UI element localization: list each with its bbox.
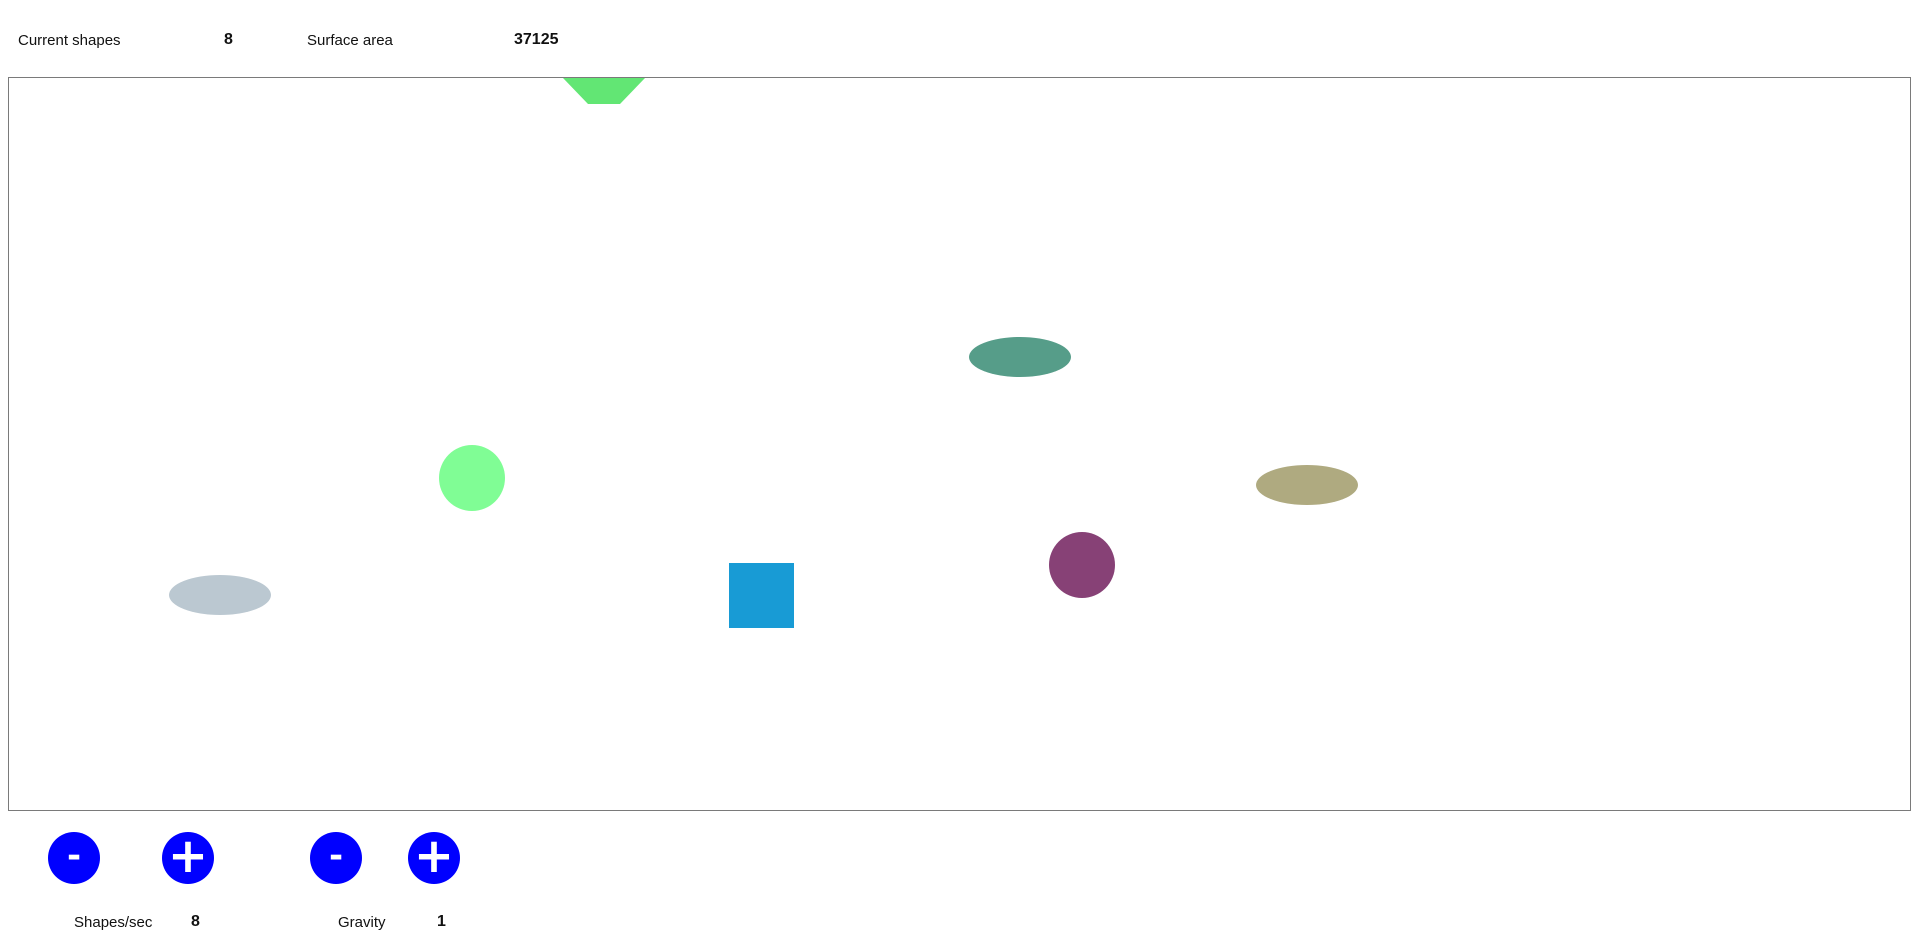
game-page: Current shapes 8 Surface area 37125 - + … xyxy=(0,0,1917,940)
shapes-per-sec-increase-button[interactable]: + xyxy=(162,832,214,884)
shape-ellipse[interactable] xyxy=(169,575,271,615)
shapes-per-sec-label: Shapes/sec xyxy=(74,914,153,931)
plus-icon: + xyxy=(167,828,209,884)
plus-icon: + xyxy=(413,828,455,884)
gravity-label: Gravity xyxy=(338,914,386,931)
shape-ellipse[interactable] xyxy=(969,337,1071,377)
shape-layer xyxy=(169,78,1358,628)
game-canvas[interactable] xyxy=(8,77,1911,811)
surface-area-label: Surface area xyxy=(307,32,393,49)
current-shapes-label: Current shapes xyxy=(18,32,121,49)
current-shapes-value: 8 xyxy=(224,31,233,48)
shapes-per-sec-value: 8 xyxy=(191,913,200,930)
gravity-increase-button[interactable]: + xyxy=(408,832,460,884)
shape-circle[interactable] xyxy=(439,445,505,511)
shape-circle[interactable] xyxy=(1049,532,1115,598)
shape-hexagon[interactable] xyxy=(563,78,645,104)
shape-square[interactable] xyxy=(729,563,794,628)
shape-ellipse[interactable] xyxy=(1256,465,1358,505)
gravity-value: 1 xyxy=(437,913,446,930)
surface-area-value: 37125 xyxy=(514,31,559,48)
minus-icon: - xyxy=(66,836,82,876)
gravity-decrease-button[interactable]: - xyxy=(310,832,362,884)
minus-icon: - xyxy=(328,836,344,876)
shapes-per-sec-decrease-button[interactable]: - xyxy=(48,832,100,884)
